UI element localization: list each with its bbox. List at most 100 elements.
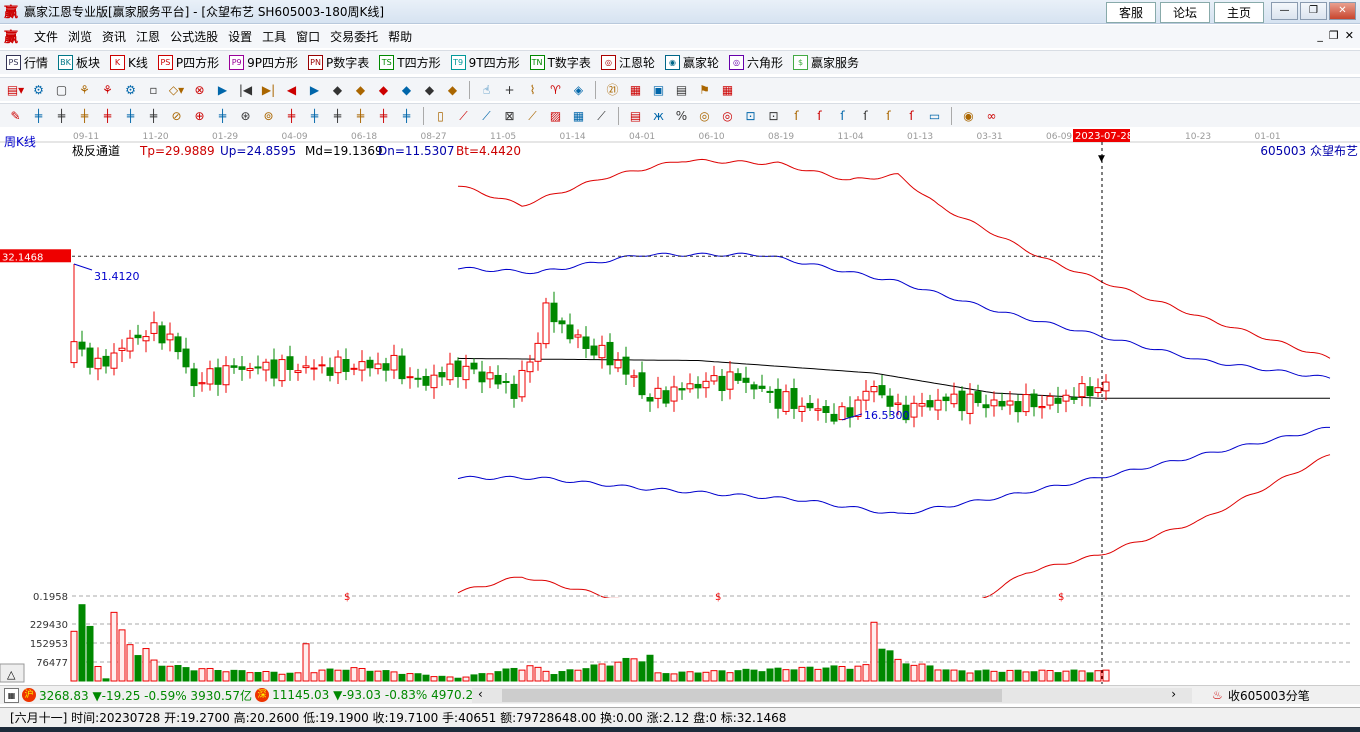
tool-icon[interactable]: ⊠ [500, 107, 519, 125]
tool-icon[interactable]: ◆ [443, 81, 462, 99]
tool-icon[interactable]: ∞ [982, 107, 1001, 125]
tool-icon[interactable]: ▦ [569, 107, 588, 125]
service-link[interactable]: 客服 [1105, 2, 1156, 23]
tool-icon[interactable]: ⚑ [695, 81, 714, 99]
tool-icon[interactable]: ▫ [144, 81, 163, 99]
menu-tools[interactable]: 工具 [262, 28, 286, 45]
menu-formula[interactable]: 公式选股 [170, 28, 218, 45]
mdi-close-icon[interactable]: ✕ [1345, 29, 1354, 42]
tool-icon[interactable]: ▶| [259, 81, 278, 99]
tool-icon[interactable]: ╪ [282, 107, 301, 125]
tool-icon[interactable]: ◆ [351, 81, 370, 99]
tool-icon[interactable]: ⊡ [764, 107, 783, 125]
tool-icon[interactable]: ╪ [305, 107, 324, 125]
tool-icon[interactable]: ▢ [52, 81, 71, 99]
tool-icon[interactable]: ж [649, 107, 668, 125]
tool-icon[interactable]: ▦ [718, 81, 737, 99]
tool-icon[interactable]: ╪ [374, 107, 393, 125]
bell-icon[interactable]: ♨ [1212, 688, 1223, 702]
toolbar-button-5[interactable]: PN P数字表 [308, 54, 369, 71]
tool-icon[interactable]: ⊗ [190, 81, 209, 99]
tool-icon[interactable]: ⊕ [190, 107, 209, 125]
tool-icon[interactable]: ſ [787, 107, 806, 125]
toolbar-button-1[interactable]: BK 板块 [58, 54, 100, 71]
tool-icon[interactable]: + [500, 81, 519, 99]
tool-icon[interactable]: ▦ [626, 81, 645, 99]
tool-icon[interactable]: % [672, 107, 691, 125]
forum-link[interactable]: 论坛 [1159, 2, 1210, 23]
minimize-button[interactable]: — [1271, 2, 1298, 20]
tool-icon[interactable]: ſ [810, 107, 829, 125]
tool-icon[interactable]: ⟋ [454, 107, 473, 125]
horizontal-scrollbar[interactable]: ‹ › [472, 687, 1192, 703]
tool-icon[interactable]: ▶ [305, 81, 324, 99]
tool-icon[interactable]: ſ [833, 107, 852, 125]
tool-icon[interactable]: ㉑ [603, 81, 622, 99]
mdi-restore-icon[interactable]: ❐ [1329, 29, 1339, 42]
tool-icon[interactable]: ▤ [626, 107, 645, 125]
tool-icon[interactable]: ▶ [213, 81, 232, 99]
tool-icon[interactable]: ⊘ [167, 107, 186, 125]
tool-icon[interactable]: ◎ [695, 107, 714, 125]
tool-icon[interactable]: ⊚ [259, 107, 278, 125]
tool-icon[interactable]: ◀ [282, 81, 301, 99]
tool-icon[interactable]: ⚙ [121, 81, 140, 99]
tool-icon[interactable]: ▯ [431, 107, 450, 125]
tool-icon[interactable]: ▭ [925, 107, 944, 125]
tool-icon[interactable]: ◈ [569, 81, 588, 99]
tool-icon[interactable]: ◉ [959, 107, 978, 125]
toolbar-button-7[interactable]: T9 9T四方形 [450, 54, 520, 71]
mdi-minimize-icon[interactable]: _ [1317, 29, 1323, 42]
tool-icon[interactable]: ╪ [29, 107, 48, 125]
tool-icon[interactable]: ╪ [351, 107, 370, 125]
toolbar-button-0[interactable]: PS 行情 [6, 54, 48, 71]
tool-icon[interactable]: ⟋ [523, 107, 542, 125]
tool-icon[interactable]: ſ [879, 107, 898, 125]
tool-icon[interactable]: ⟋ [592, 107, 611, 125]
tool-icon[interactable]: ♈ [546, 81, 565, 99]
toolbar-button-10[interactable]: ◉ 赢家轮 [664, 54, 719, 71]
toolbar-button-9[interactable]: ◎ 江恩轮 [600, 54, 655, 71]
close-button[interactable]: ✕ [1329, 2, 1356, 20]
tool-icon[interactable]: ◆ [374, 81, 393, 99]
tool-icon[interactable]: ⌇ [523, 81, 542, 99]
tool-icon[interactable]: ╪ [397, 107, 416, 125]
tool-icon[interactable]: ╪ [144, 107, 163, 125]
tool-icon[interactable]: ▨ [546, 107, 565, 125]
calendar-icon[interactable]: ▦ [4, 687, 19, 703]
tool-icon[interactable]: ▤ [672, 81, 691, 99]
tool-icon[interactable]: |◀ [236, 81, 255, 99]
tool-icon[interactable]: ╪ [328, 107, 347, 125]
toolbar-button-8[interactable]: TN T数字表 [529, 54, 591, 71]
toolbar-button-11[interactable]: ◎ 六角形 [728, 54, 783, 71]
tool-icon[interactable]: ◆ [328, 81, 347, 99]
tool-icon[interactable]: ✎ [6, 107, 25, 125]
tick-data-label[interactable]: 收605003分笔 [1228, 687, 1310, 704]
menu-trade[interactable]: 交易委托 [330, 28, 378, 45]
sh-index[interactable]: 3268.83 ▼-19.25 -0.59% 3930.57亿 [39, 687, 252, 704]
sz-index[interactable]: 11145.03 ▼-93.03 -0.83% 4970.20 [272, 688, 481, 702]
tool-icon[interactable]: ╪ [52, 107, 71, 125]
tool-icon[interactable]: ╪ [75, 107, 94, 125]
maximize-button[interactable]: ❐ [1300, 2, 1327, 20]
menu-help[interactable]: 帮助 [388, 28, 412, 45]
home-link[interactable]: 主页 [1213, 2, 1264, 23]
toolbar-button-2[interactable]: K K线 [110, 54, 148, 71]
tool-icon[interactable]: ◎ [718, 107, 737, 125]
menu-settings[interactable]: 设置 [228, 28, 252, 45]
tool-icon[interactable]: ⚙ [29, 81, 48, 99]
menu-gann[interactable]: 江恩 [136, 28, 160, 45]
tool-icon[interactable]: ſ [902, 107, 921, 125]
menu-browse[interactable]: 浏览 [68, 28, 92, 45]
toolbar-button-6[interactable]: TS T四方形 [379, 54, 441, 71]
tool-icon[interactable]: ╪ [121, 107, 140, 125]
tool-icon[interactable]: ◇▾ [167, 81, 186, 99]
tool-icon[interactable]: ⟋ [477, 107, 496, 125]
tool-icon[interactable]: ▣ [649, 81, 668, 99]
toolbar-button-4[interactable]: P9 9P四方形 [229, 54, 298, 71]
tool-icon[interactable]: ▤▾ [6, 81, 25, 99]
toolbar-button-12[interactable]: $ 赢家服务 [792, 54, 859, 71]
tool-icon[interactable]: ☝ [477, 81, 496, 99]
tool-icon[interactable]: ◆ [397, 81, 416, 99]
tool-icon[interactable]: ╪ [213, 107, 232, 125]
